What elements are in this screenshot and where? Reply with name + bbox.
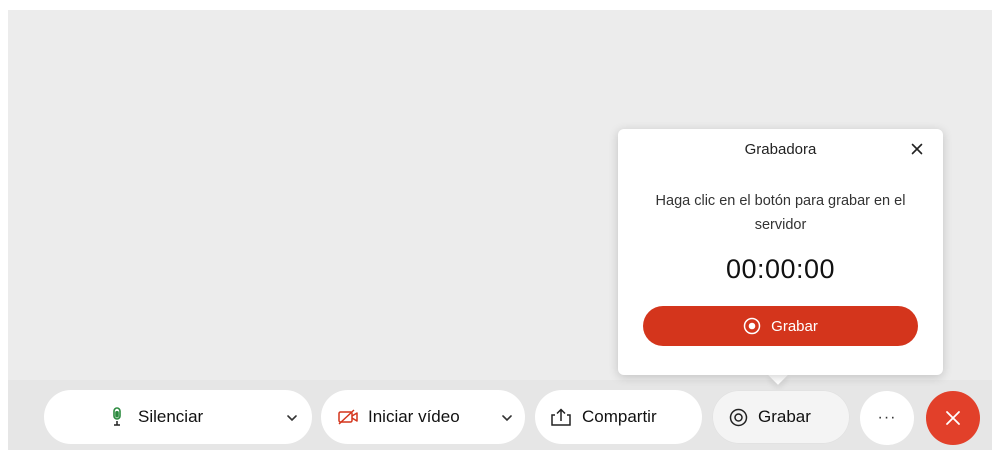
record-button[interactable]: Grabar [712,390,850,444]
record-icon [729,408,748,427]
share-label: Compartir [582,407,657,426]
record-icon [743,317,761,335]
end-call-button[interactable] [926,391,980,445]
close-popup-button[interactable] [907,139,927,159]
microphone-icon [113,407,121,426]
recorder-popup: Grabadora Haga clic en el botón para gra… [618,129,943,375]
close-icon [911,143,923,155]
mute-options-chevron[interactable] [284,410,300,426]
mute-button[interactable]: Silenciar [44,390,312,444]
start-recording-button[interactable]: Grabar [643,306,918,346]
mute-label: Silenciar [138,407,204,426]
video-label: Iniciar vídeo [368,407,460,426]
start-video-button[interactable]: Iniciar vídeo [321,390,525,444]
share-button[interactable]: Compartir [535,390,702,444]
close-icon [946,411,960,425]
recording-timer: 00:00:00 [725,254,836,284]
chevron-down-icon [287,415,297,422]
start-recording-label: Grabar [771,317,818,335]
popup-description: Haga clic en el botón para grabar en el … [655,193,906,233]
chevron-down-icon [502,415,512,422]
record-label: Grabar [758,407,811,426]
video-off-icon [338,409,358,425]
popup-title: Grabadora [744,141,817,158]
video-options-chevron[interactable] [499,410,515,426]
more-icon: ··· [877,409,897,426]
more-options-button[interactable]: ··· [860,391,914,445]
share-icon [551,408,571,426]
